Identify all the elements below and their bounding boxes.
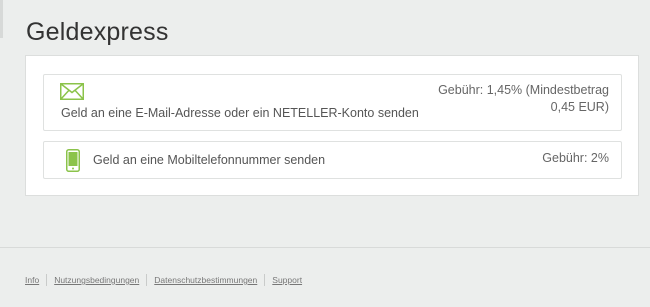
footer-link-info[interactable]: Info <box>25 274 46 286</box>
footer-link-terms[interactable]: Nutzungsbedingungen <box>46 274 146 286</box>
fee-line: 0,45 EUR) <box>550 100 609 114</box>
option-send-mobile[interactable]: Geld an eine Mobiltelefonnummer senden G… <box>43 141 622 179</box>
footer-link-support[interactable]: Support <box>264 274 309 286</box>
mobile-phone-icon <box>66 149 80 177</box>
page-title: Geldexpress <box>26 18 169 46</box>
option-label: Geld an eine E-Mail-Adresse oder ein NET… <box>61 106 419 120</box>
footer-link-privacy[interactable]: Datenschutzbestimmungen <box>146 274 264 286</box>
option-send-email[interactable]: Geld an eine E-Mail-Adresse oder ein NET… <box>43 74 622 131</box>
option-label: Geld an eine Mobiltelefonnummer senden <box>93 153 326 167</box>
send-money-panel: Geld an eine E-Mail-Adresse oder ein NET… <box>25 55 639 196</box>
envelope-icon <box>60 83 84 105</box>
footer-divider <box>0 247 650 248</box>
footer-links: Info Nutzungsbedingungen Datenschutzbest… <box>25 274 309 286</box>
fee-text: Gebühr: 2% <box>542 151 609 165</box>
side-tab <box>0 0 3 38</box>
top-bar <box>0 0 650 12</box>
fee-line: Gebühr: 1,45% (Mindestbetrag <box>438 83 609 97</box>
fee-text: Gebühr: 1,45% (Mindestbetrag 0,45 EUR) <box>438 82 609 116</box>
